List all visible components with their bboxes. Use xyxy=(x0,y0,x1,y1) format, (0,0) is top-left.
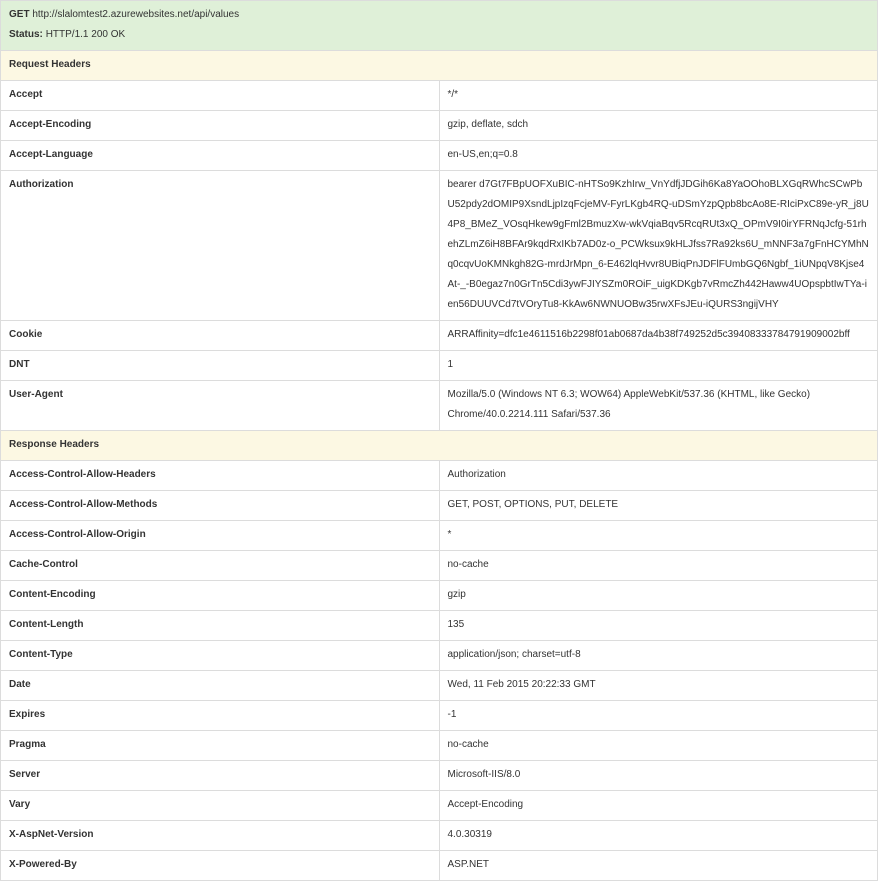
request-line: GET http://slalomtest2.azurewebsites.net… xyxy=(9,5,869,25)
table-row: Accept-Encoding gzip, deflate, sdch xyxy=(0,110,878,141)
header-value: 4.0.30319 xyxy=(438,820,878,851)
header-name: Content-Encoding xyxy=(0,580,440,611)
header-value: gzip, deflate, sdch xyxy=(438,110,878,141)
header-name: DNT xyxy=(0,350,440,381)
header-value: gzip xyxy=(438,580,878,611)
header-name: X-AspNet-Version xyxy=(0,820,440,851)
header-name: Access-Control-Allow-Methods xyxy=(0,490,440,521)
header-name: Date xyxy=(0,670,440,701)
header-value: -1 xyxy=(438,700,878,731)
table-row: Access-Control-Allow-Origin * xyxy=(0,520,878,551)
header-name: Pragma xyxy=(0,730,440,761)
header-value: 135 xyxy=(438,610,878,641)
header-name: Cache-Control xyxy=(0,550,440,581)
table-row: Expires -1 xyxy=(0,700,878,731)
table-row: Content-Encoding gzip xyxy=(0,580,878,611)
table-row: Access-Control-Allow-Methods GET, POST, O… xyxy=(0,490,878,521)
table-row: User-Agent Mozilla/5.0 (Windows NT 6.3; W… xyxy=(0,380,878,431)
header-value: Wed, 11 Feb 2015 20:22:33 GMT xyxy=(438,670,878,701)
header-value: Mozilla/5.0 (Windows NT 6.3; WOW64) Appl… xyxy=(438,380,878,431)
table-row: Content-Length 135 xyxy=(0,610,878,641)
header-value: GET, POST, OPTIONS, PUT, DELETE xyxy=(438,490,878,521)
table-row: Content-Type application/json; charset=ut… xyxy=(0,640,878,671)
header-name: Access-Control-Allow-Origin xyxy=(0,520,440,551)
table-row: Date Wed, 11 Feb 2015 20:22:33 GMT xyxy=(0,670,878,701)
header-name: X-Powered-By xyxy=(0,850,440,881)
table-row: X-Powered-By ASP.NET xyxy=(0,850,878,881)
table-row: Server Microsoft-IIS/8.0 xyxy=(0,760,878,791)
header-name: Cookie xyxy=(0,320,440,351)
header-value: 1 xyxy=(438,350,878,381)
section-title: Response Headers xyxy=(0,430,878,461)
table-row: Pragma no-cache xyxy=(0,730,878,761)
request-method: GET xyxy=(9,9,30,20)
header-name: Accept xyxy=(0,80,440,111)
request-headers-section: Request Headers xyxy=(0,50,878,81)
header-value: Authorization xyxy=(438,460,878,491)
request-summary: GET http://slalomtest2.azurewebsites.net… xyxy=(0,0,878,51)
table-row: Cookie ARRAffinity=dfc1e4611516b2298f01ab… xyxy=(0,320,878,351)
request-url[interactable]: http://slalomtest2.azurewebsites.net/api… xyxy=(32,9,239,20)
header-value: bearer d7Gt7FBpUOFXuBIC-nHTSo9KzhIrw_VnY… xyxy=(438,170,878,321)
header-value: Microsoft-IIS/8.0 xyxy=(438,760,878,791)
table-row: Access-Control-Allow-Headers Authorizatio… xyxy=(0,460,878,491)
section-title: Request Headers xyxy=(0,50,878,81)
header-value: Accept-Encoding xyxy=(438,790,878,821)
header-value: ARRAffinity=dfc1e4611516b2298f01ab0687da… xyxy=(438,320,878,351)
headers-table: GET http://slalomtest2.azurewebsites.net… xyxy=(0,0,878,881)
table-row: Vary Accept-Encoding xyxy=(0,790,878,821)
header-name: Authorization xyxy=(0,170,440,321)
header-value: no-cache xyxy=(438,550,878,581)
header-value: no-cache xyxy=(438,730,878,761)
header-name: Server xyxy=(0,760,440,791)
header-name: Expires xyxy=(0,700,440,731)
header-value: * xyxy=(438,520,878,551)
header-value: */* xyxy=(438,80,878,111)
table-row: DNT 1 xyxy=(0,350,878,381)
table-row: Cache-Control no-cache xyxy=(0,550,878,581)
header-name: Content-Length xyxy=(0,610,440,641)
response-status: Status: HTTP/1.1 200 OK xyxy=(9,25,869,45)
header-name: Accept-Language xyxy=(0,140,440,171)
header-value: ASP.NET xyxy=(438,850,878,881)
table-row: Accept-Language en-US,en;q=0.8 xyxy=(0,140,878,171)
http-inspector: GET http://slalomtest2.azurewebsites.net… xyxy=(0,0,878,881)
header-name: Content-Type xyxy=(0,640,440,671)
header-name: Accept-Encoding xyxy=(0,110,440,141)
status-value: HTTP/1.1 200 OK xyxy=(45,29,126,40)
header-name: User-Agent xyxy=(0,380,440,431)
header-value: en-US,en;q=0.8 xyxy=(438,140,878,171)
response-headers-section: Response Headers xyxy=(0,430,878,461)
header-name: Vary xyxy=(0,790,440,821)
table-row: X-AspNet-Version 4.0.30319 xyxy=(0,820,878,851)
table-row: Authorization bearer d7Gt7FBpUOFXuBIC-nHT… xyxy=(0,170,878,321)
status-label: Status: xyxy=(9,29,43,40)
header-name: Access-Control-Allow-Headers xyxy=(0,460,440,491)
table-row: Accept */* xyxy=(0,80,878,111)
header-value: application/json; charset=utf-8 xyxy=(438,640,878,671)
